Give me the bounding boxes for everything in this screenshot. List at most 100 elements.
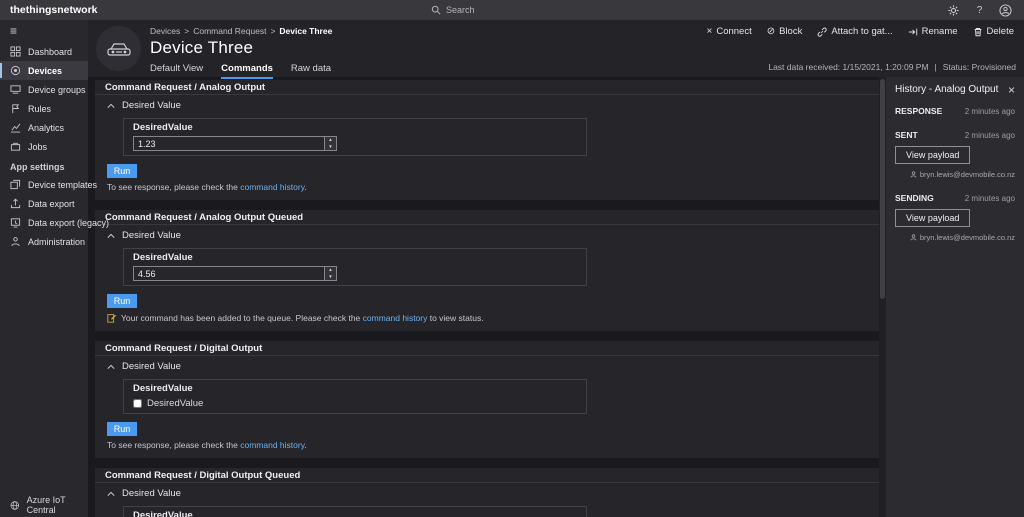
- sidebar-item-analytics[interactable]: Analytics: [0, 118, 88, 137]
- sidebar-item-label: Rules: [28, 104, 51, 114]
- breadcrumb-devices[interactable]: Devices: [150, 26, 180, 36]
- desired-value-input[interactable]: [134, 267, 324, 280]
- attach-to-gateway-button[interactable]: Attach to gat...: [817, 26, 892, 37]
- run-button[interactable]: Run: [107, 164, 137, 178]
- desired-value-collapse[interactable]: Desired Value: [107, 361, 867, 372]
- desired-value-checkbox-row: DesiredValue: [133, 397, 577, 409]
- menu-toggle-icon[interactable]: ≡: [0, 20, 88, 42]
- delete-button[interactable]: Delete: [973, 26, 1014, 37]
- trash-icon: [973, 27, 983, 37]
- helper-prefix: To see response, please check the: [107, 182, 240, 192]
- sidebar-item-jobs[interactable]: Jobs: [0, 137, 88, 156]
- stepper-down-icon[interactable]: ▼: [325, 274, 336, 281]
- block-button[interactable]: ⊘ Block: [767, 26, 803, 37]
- sidebar: ≡ Dashboard Devices Device groups Rules …: [0, 20, 88, 517]
- search-icon: [431, 5, 441, 15]
- entry-status: SENDING: [895, 193, 934, 203]
- run-button[interactable]: Run: [107, 422, 137, 436]
- link-icon: [817, 27, 827, 37]
- command-history-link[interactable]: command history: [240, 440, 304, 450]
- panel-analog-output-queued: Command Request / Analog Output Queued D…: [95, 210, 879, 331]
- field-label: DesiredValue: [133, 123, 577, 133]
- block-label: Block: [779, 26, 802, 37]
- sidebar-item-dashboard[interactable]: Dashboard: [0, 42, 88, 61]
- command-history-link[interactable]: command history: [240, 182, 304, 192]
- sidebar-item-rules[interactable]: Rules: [0, 99, 88, 118]
- vertical-scrollbar[interactable]: [879, 77, 886, 517]
- rename-label: Rename: [922, 26, 958, 37]
- entry-time: 2 minutes ago: [965, 194, 1015, 203]
- section-label: Desired Value: [122, 361, 181, 372]
- device-avatar: [96, 26, 141, 71]
- run-button[interactable]: Run: [107, 294, 137, 308]
- scrollbar-thumb[interactable]: [880, 79, 885, 299]
- sidebar-item-data-export-legacy[interactable]: Data export (legacy): [0, 213, 88, 232]
- breadcrumb-command-request[interactable]: Command Request: [193, 26, 266, 36]
- sidebar-item-device-templates[interactable]: Device templates: [0, 175, 88, 194]
- sidebar-item-label: Device templates: [28, 180, 97, 190]
- chevron-up-icon: [107, 103, 115, 109]
- command-history-link[interactable]: command history: [363, 313, 428, 323]
- desired-value-collapse[interactable]: Desired Value: [107, 230, 867, 241]
- field-label: DesiredValue: [133, 511, 577, 517]
- device-toolbar: × Connect ⊘ Block Attach to gat... Renam…: [706, 26, 1014, 37]
- entry-status: SENT: [895, 130, 918, 140]
- device-groups-icon: [10, 84, 21, 95]
- tab-default-view[interactable]: Default View: [150, 63, 203, 79]
- provisioned-status: Status: Provisioned: [943, 62, 1016, 72]
- entry-user-row: bryn.lewis@devmobile.co.nz: [895, 233, 1015, 242]
- user-avatar-icon[interactable]: [999, 4, 1012, 17]
- device-header: Devices > Command Request > Device Three…: [88, 20, 1024, 77]
- queued-helper-text: Your command has been added to the queue…: [107, 313, 867, 323]
- desired-value-input[interactable]: [134, 137, 324, 150]
- global-search[interactable]: [431, 0, 566, 20]
- history-entry-response: RESPONSE 2 minutes ago: [895, 106, 1015, 116]
- sidebar-item-data-export[interactable]: Data export: [0, 194, 88, 213]
- history-panel-title: History - Analog Output: [895, 84, 998, 95]
- desired-value-collapse[interactable]: Desired Value: [107, 488, 867, 499]
- search-input[interactable]: [446, 5, 566, 15]
- sidebar-item-device-groups[interactable]: Device groups: [0, 80, 88, 99]
- devices-icon: [10, 65, 21, 76]
- status-separator: |: [935, 62, 937, 72]
- panel-digital-output-queued: Command Request / Digital Output Queued …: [95, 468, 879, 517]
- sidebar-item-devices[interactable]: Devices: [0, 61, 88, 80]
- desired-value-collapse[interactable]: Desired Value: [107, 100, 867, 111]
- stepper-down-icon[interactable]: ▼: [325, 144, 336, 151]
- command-field-group: DesiredValue DesiredValue: [123, 506, 587, 517]
- command-field-group: DesiredValue DesiredValue: [123, 379, 587, 414]
- globe-icon: [10, 500, 20, 511]
- close-icon[interactable]: ×: [1008, 85, 1015, 95]
- helper-suffix: to view status.: [427, 313, 483, 323]
- response-helper-text: To see response, please check the comman…: [107, 441, 867, 450]
- settings-gear-icon[interactable]: [947, 4, 960, 17]
- analytics-icon: [10, 122, 21, 133]
- command-field-group: DesiredValue ▲▼: [123, 248, 587, 286]
- entry-user-email: bryn.lewis@devmobile.co.nz: [920, 233, 1015, 242]
- breadcrumb-current: Device Three: [279, 26, 332, 36]
- panel-title: Command Request / Digital Output Queued: [95, 468, 879, 483]
- section-label: Desired Value: [122, 100, 181, 111]
- response-helper-text: To see response, please check the comman…: [107, 183, 867, 192]
- iot-device-icon: [106, 40, 132, 58]
- number-stepper[interactable]: ▲▼: [324, 267, 336, 280]
- rename-button[interactable]: Rename: [908, 26, 958, 37]
- person-icon: [910, 171, 917, 178]
- view-payload-button[interactable]: View payload: [895, 146, 970, 164]
- dashboard-icon: [10, 46, 21, 57]
- tab-commands[interactable]: Commands: [221, 63, 273, 79]
- sidebar-item-administration[interactable]: Administration: [0, 232, 88, 251]
- desired-value-checkbox[interactable]: [133, 399, 142, 408]
- connect-label: Connect: [716, 26, 751, 37]
- administration-icon: [10, 236, 21, 247]
- entry-status: RESPONSE: [895, 106, 942, 116]
- number-stepper[interactable]: ▲▼: [324, 137, 336, 150]
- tab-raw-data[interactable]: Raw data: [291, 63, 331, 79]
- connect-button[interactable]: × Connect: [706, 26, 751, 37]
- view-payload-button[interactable]: View payload: [895, 209, 970, 227]
- help-icon[interactable]: ?: [973, 4, 986, 17]
- field-label: DesiredValue: [133, 253, 577, 263]
- brand-label: Azure IoT Central: [27, 495, 88, 515]
- commands-list: Command Request / Analog Output Desired …: [88, 77, 879, 517]
- entry-user-row: bryn.lewis@devmobile.co.nz: [895, 170, 1015, 179]
